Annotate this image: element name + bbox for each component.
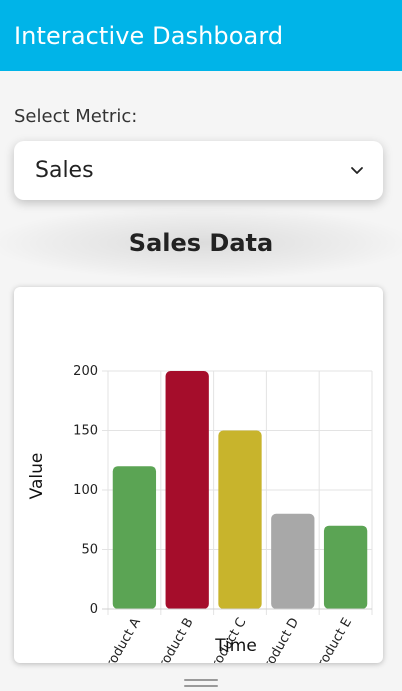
y-tick-label: 150 (73, 424, 98, 439)
chevron-down-icon (349, 163, 365, 179)
section-title-area: Sales Data (0, 208, 402, 278)
metric-select-label: Select Metric: (14, 106, 138, 127)
bar-product-b (165, 371, 209, 609)
x-tick-label: Product D (258, 616, 303, 664)
app-header: Interactive Dashboard (0, 0, 402, 71)
bar-product-d (271, 513, 315, 609)
metric-select-value: Sales (35, 158, 94, 183)
bar-product-e (323, 525, 368, 609)
bar-product-a (112, 466, 157, 609)
x-axis-title: Time (214, 636, 257, 656)
x-tick-label: Product B (152, 616, 196, 664)
main-content: Select Metric: Sales Sales Data 0 50 100 15… (0, 71, 402, 675)
bar-product-c (218, 430, 262, 609)
section-title: Sales Data (128, 229, 274, 257)
metric-select[interactable]: Sales (14, 141, 383, 200)
y-tick-label: 50 (81, 543, 98, 558)
app-title: Interactive Dashboard (14, 21, 284, 50)
bottom-bar (0, 675, 402, 691)
y-axis-title: Value (27, 453, 47, 500)
resize-handle[interactable] (184, 679, 218, 687)
y-tick-label: 200 (73, 364, 98, 379)
y-tick-label: 100 (73, 483, 98, 498)
chart-card: 0 50 100 150 200 Product A Product B Product CP… (14, 287, 383, 663)
x-tick-label: Product E (311, 616, 355, 664)
y-tick-label: 0 (90, 602, 98, 617)
bar-chart: 050100150200Product A Product B Product CP… (27, 364, 373, 664)
x-tick-label: Product A (100, 615, 144, 663)
